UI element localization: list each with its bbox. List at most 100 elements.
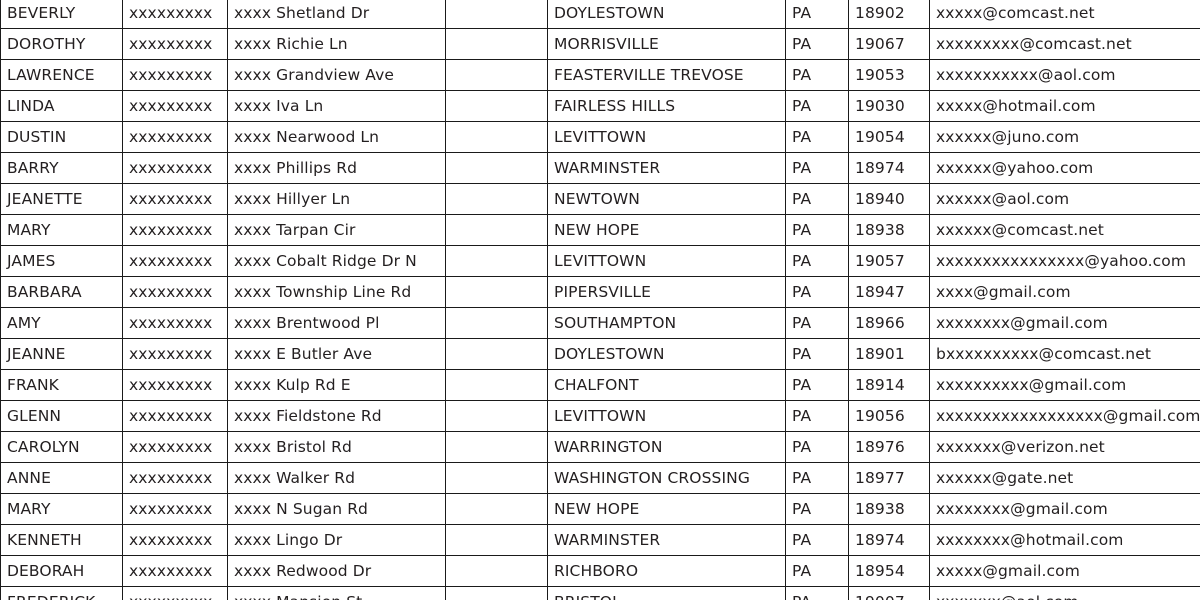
cell-street[interactable]: xxxx Iva Ln xyxy=(227,90,446,122)
cell-email[interactable]: xxxxxxxxxxx@aol.com xyxy=(929,59,1200,91)
cell-email[interactable]: xxxxxx@juno.com xyxy=(929,121,1200,153)
cell-blank[interactable] xyxy=(445,338,548,370)
cell-state[interactable]: PA xyxy=(785,338,849,370)
cell-zip[interactable]: 18947 xyxy=(848,276,930,308)
cell-email[interactable]: xxxxxx@gate.net xyxy=(929,462,1200,494)
table-scroll-region[interactable]: BEVERLY xxxxxxxxx xxxx Shetland Dr DOYLESTO… xyxy=(0,0,1200,600)
table-row[interactable]: KENNETH xxxxxxxxx xxxx Lingo Dr WARMINSTER P… xyxy=(0,524,1200,556)
table-row[interactable]: MARY xxxxxxxxx xxxx Tarpan Cir NEW HOPE PA 18… xyxy=(0,214,1200,246)
cell-email[interactable]: xxxxxx@yahoo.com xyxy=(929,152,1200,184)
cell-last-name[interactable]: xxxxxxxxx xyxy=(122,276,228,308)
cell-zip[interactable]: 18966 xyxy=(848,307,930,339)
cell-street[interactable]: xxxx Hillyer Ln xyxy=(227,183,446,215)
cell-first-name[interactable]: ANNE xyxy=(0,462,123,494)
cell-blank[interactable] xyxy=(445,400,548,432)
cell-city[interactable]: LEVITTOWN xyxy=(547,400,786,432)
cell-state[interactable]: PA xyxy=(785,462,849,494)
cell-city[interactable]: FEASTERVILLE TREVOSE xyxy=(547,59,786,91)
cell-last-name[interactable]: xxxxxxxxx xyxy=(122,369,228,401)
cell-email[interactable]: xxxxxxxx@gmail.com xyxy=(929,493,1200,525)
cell-last-name[interactable]: xxxxxxxxx xyxy=(122,121,228,153)
cell-state[interactable]: PA xyxy=(785,214,849,246)
cell-state[interactable]: PA xyxy=(785,245,849,277)
table-row[interactable]: MARY xxxxxxxxx xxxx N Sugan Rd NEW HOPE PA 18… xyxy=(0,493,1200,525)
table-row[interactable]: BARRY xxxxxxxxx xxxx Phillips Rd WARMINSTER… xyxy=(0,152,1200,184)
cell-first-name[interactable]: LAWRENCE xyxy=(0,59,123,91)
cell-city[interactable]: BRISTOL xyxy=(547,586,786,600)
table-row[interactable]: LAWRENCE xxxxxxxxx xxxx Grandview Ave FEAST… xyxy=(0,59,1200,91)
cell-blank[interactable] xyxy=(445,152,548,184)
cell-zip[interactable]: 18914 xyxy=(848,369,930,401)
cell-zip[interactable]: 19007 xyxy=(848,586,930,600)
cell-state[interactable]: PA xyxy=(785,276,849,308)
cell-street[interactable]: xxxx Fieldstone Rd xyxy=(227,400,446,432)
cell-street[interactable]: xxxx Cobalt Ridge Dr N xyxy=(227,245,446,277)
cell-city[interactable]: FAIRLESS HILLS xyxy=(547,90,786,122)
cell-last-name[interactable]: xxxxxxxxx xyxy=(122,245,228,277)
cell-zip[interactable]: 18954 xyxy=(848,555,930,587)
cell-zip[interactable]: 18977 xyxy=(848,462,930,494)
cell-first-name[interactable]: AMY xyxy=(0,307,123,339)
cell-zip[interactable]: 18902 xyxy=(848,0,930,29)
cell-state[interactable]: PA xyxy=(785,90,849,122)
cell-first-name[interactable]: DOROTHY xyxy=(0,28,123,60)
table-row[interactable]: GLENN xxxxxxxxx xxxx Fieldstone Rd LEVITTOW… xyxy=(0,400,1200,432)
cell-state[interactable]: PA xyxy=(785,0,849,29)
cell-state[interactable]: PA xyxy=(785,121,849,153)
cell-state[interactable]: PA xyxy=(785,307,849,339)
cell-email[interactable]: xxxxxxxxxxxxxxxxxx@gmail.com xyxy=(929,400,1200,432)
cell-city[interactable]: NEW HOPE xyxy=(547,493,786,525)
cell-first-name[interactable]: BARRY xyxy=(0,152,123,184)
cell-zip[interactable]: 19030 xyxy=(848,90,930,122)
cell-city[interactable]: NEWTOWN xyxy=(547,183,786,215)
cell-last-name[interactable]: xxxxxxxxx xyxy=(122,338,228,370)
cell-first-name[interactable]: FREDERICK xyxy=(0,586,123,600)
cell-zip[interactable]: 19067 xyxy=(848,28,930,60)
cell-state[interactable]: PA xyxy=(785,369,849,401)
cell-blank[interactable] xyxy=(445,90,548,122)
cell-blank[interactable] xyxy=(445,276,548,308)
cell-first-name[interactable]: JEANNE xyxy=(0,338,123,370)
cell-first-name[interactable]: MARY xyxy=(0,493,123,525)
cell-first-name[interactable]: FRANK xyxy=(0,369,123,401)
cell-first-name[interactable]: KENNETH xyxy=(0,524,123,556)
table-row[interactable]: JEANNE xxxxxxxxx xxxx E Butler Ave DOYLESTO… xyxy=(0,338,1200,370)
cell-street[interactable]: xxxx Grandview Ave xyxy=(227,59,446,91)
cell-street[interactable]: xxxx Brentwood Pl xyxy=(227,307,446,339)
cell-city[interactable]: RICHBORO xyxy=(547,555,786,587)
cell-street[interactable]: xxxx Shetland Dr xyxy=(227,0,446,29)
cell-blank[interactable] xyxy=(445,431,548,463)
cell-city[interactable]: WASHINGTON CROSSING xyxy=(547,462,786,494)
cell-street[interactable]: xxxx Bristol Rd xyxy=(227,431,446,463)
cell-first-name[interactable]: LINDA xyxy=(0,90,123,122)
cell-street[interactable]: xxxx N Sugan Rd xyxy=(227,493,446,525)
cell-email[interactable]: xxxxxxxxxx@gmail.com xyxy=(929,369,1200,401)
cell-last-name[interactable]: xxxxxxxxx xyxy=(122,307,228,339)
cell-email[interactable]: xxxxx@gmail.com xyxy=(929,555,1200,587)
cell-blank[interactable] xyxy=(445,59,548,91)
cell-street[interactable]: xxxx Phillips Rd xyxy=(227,152,446,184)
cell-email[interactable]: xxxxxxxxxxxxxxxx@yahoo.com xyxy=(929,245,1200,277)
cell-first-name[interactable]: CAROLYN xyxy=(0,431,123,463)
cell-email[interactable]: xxxxxxxx@hotmail.com xyxy=(929,524,1200,556)
cell-blank[interactable] xyxy=(445,462,548,494)
cell-state[interactable]: PA xyxy=(785,28,849,60)
cell-city[interactable]: SOUTHAMPTON xyxy=(547,307,786,339)
cell-email[interactable]: bxxxxxxxxxx@comcast.net xyxy=(929,338,1200,370)
cell-first-name[interactable]: BEVERLY xyxy=(0,0,123,29)
cell-zip[interactable]: 19053 xyxy=(848,59,930,91)
cell-zip[interactable]: 19056 xyxy=(848,400,930,432)
cell-zip[interactable]: 18901 xyxy=(848,338,930,370)
table-row[interactable]: FRANK xxxxxxxxx xxxx Kulp Rd E CHALFONT PA 18… xyxy=(0,369,1200,401)
cell-email[interactable]: xxxxxxx@verizon.net xyxy=(929,431,1200,463)
cell-city[interactable]: NEW HOPE xyxy=(547,214,786,246)
cell-city[interactable]: LEVITTOWN xyxy=(547,245,786,277)
table-row[interactable]: JEANETTE xxxxxxxxx xxxx Hillyer Ln NEWTOWN P… xyxy=(0,183,1200,215)
cell-street[interactable]: xxxx Kulp Rd E xyxy=(227,369,446,401)
table-row[interactable]: BARBARA xxxxxxxxx xxxx Township Line Rd PIP… xyxy=(0,276,1200,308)
cell-state[interactable]: PA xyxy=(785,431,849,463)
cell-city[interactable]: WARRINGTON xyxy=(547,431,786,463)
cell-city[interactable]: MORRISVILLE xyxy=(547,28,786,60)
cell-city[interactable]: LEVITTOWN xyxy=(547,121,786,153)
cell-zip[interactable]: 18940 xyxy=(848,183,930,215)
